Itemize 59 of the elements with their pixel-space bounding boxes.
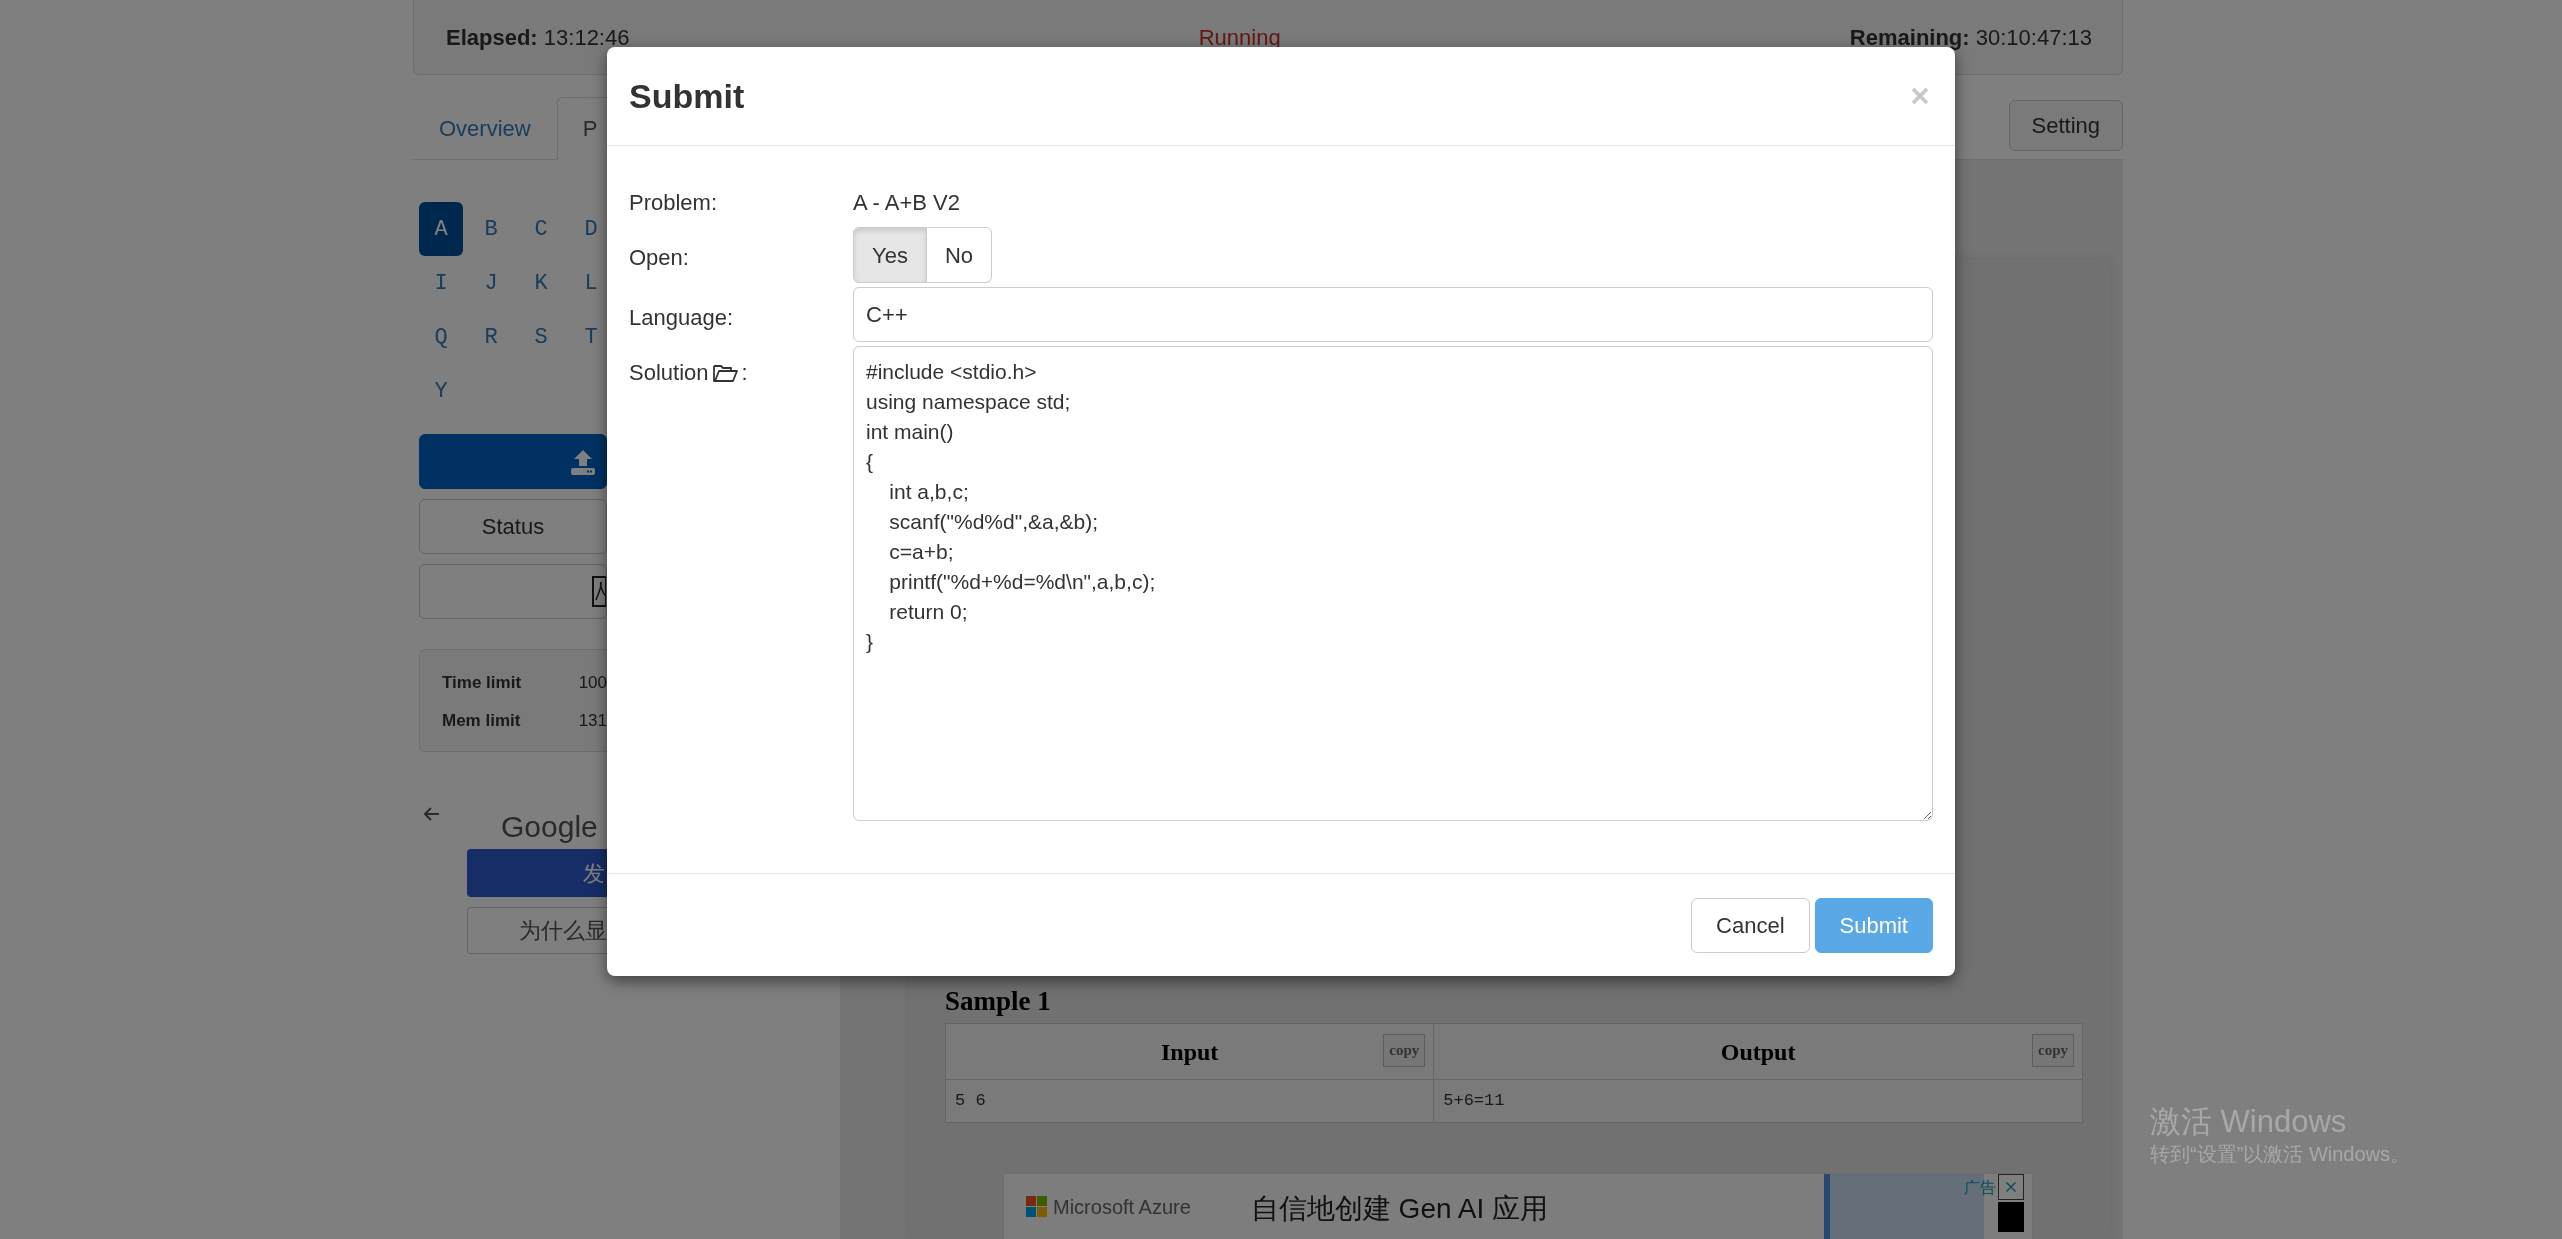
dialog-title: Submit (629, 75, 745, 117)
problem-link[interactable]: L (569, 256, 613, 310)
limit-label: Mem limit (442, 709, 522, 732)
problem-link[interactable]: Y (419, 364, 463, 418)
problem-link[interactable]: Q (419, 310, 463, 364)
problem-link[interactable]: K (519, 256, 563, 310)
problem-link[interactable]: S (519, 310, 563, 364)
copy-button[interactable]: copy (1383, 1034, 1426, 1067)
ad-brand: Google (501, 809, 598, 845)
ad-button[interactable]: 发 (467, 849, 607, 897)
setting-button[interactable]: Setting (2008, 100, 2123, 151)
problem-link[interactable]: J (469, 256, 513, 310)
copy-button[interactable]: copy (2032, 1034, 2074, 1067)
tab[interactable]: Overview (413, 97, 557, 160)
document-icon (592, 576, 606, 607)
close-ad-button[interactable] (1998, 1173, 2024, 1200)
problem-link[interactable]: A (419, 202, 463, 256)
ad-info-button[interactable]: 为什么显 (467, 907, 607, 954)
limit-value: 131 (578, 709, 607, 732)
problem-name: A - A+B V2 (853, 189, 960, 217)
contest-status: Running (1198, 23, 1281, 52)
problem-link[interactable]: T (569, 310, 613, 364)
field-label: Solution (629, 359, 709, 387)
problem-link[interactable]: D (569, 202, 613, 256)
windows-logo-icon (1026, 1196, 1047, 1218)
problem-link[interactable]: C (519, 202, 563, 256)
field-label: Open: (629, 244, 689, 272)
pdf-button[interactable] (419, 564, 607, 619)
problem-link[interactable]: R (469, 310, 513, 364)
submit-button[interactable]: Submit (1814, 897, 1933, 953)
problem-link[interactable]: B (469, 202, 513, 256)
field-label: Language: (629, 304, 733, 332)
language-select[interactable]: C++ (853, 287, 1933, 342)
field-label: : (741, 359, 748, 387)
ad-block (1998, 1201, 2024, 1232)
back-arrow-icon (423, 806, 441, 822)
limit-value: 100 (578, 672, 607, 694)
submit-button[interactable] (419, 434, 607, 489)
ad-brand: Microsoft Azure (1053, 1194, 1191, 1220)
elapsed-time: Elapsed: 13:12:46 (446, 23, 630, 52)
table-cell: 5+6=11 (1433, 1079, 2083, 1123)
upload-icon (570, 448, 596, 475)
sample-heading: Sample 1 (945, 985, 1052, 1018)
code-field[interactable]: #include <stdio.h> using namespace std; int main() { int a,b,c; scanf("%d%d",&a,&b); c=a+b; printf("%d+%d=%d\n",a,b,c); return 0; } (853, 346, 1933, 821)
column-title: Output (1720, 1038, 1796, 1065)
ad-headline: 自信地创建 Gen AI 应用 (1250, 1191, 1548, 1226)
status-button[interactable]: Status (419, 499, 607, 554)
toggle-option[interactable]: No (926, 227, 992, 283)
ad-label: 广告 (1964, 1177, 1996, 1198)
limit-label: Time limit (442, 672, 523, 694)
problem-link[interactable]: I (419, 256, 463, 310)
cancel-button[interactable]: Cancel (1691, 897, 1810, 953)
remaining-time: Remaining: 30:10:47:13 (1849, 23, 2092, 52)
folder-icon (712, 362, 738, 383)
toggle-option[interactable]: Yes (853, 227, 927, 283)
close-icon (1910, 86, 1930, 106)
table-cell: 5 6 (945, 1079, 1434, 1123)
column-title: Input (1160, 1038, 1219, 1065)
field-label: Problem: (629, 189, 718, 217)
